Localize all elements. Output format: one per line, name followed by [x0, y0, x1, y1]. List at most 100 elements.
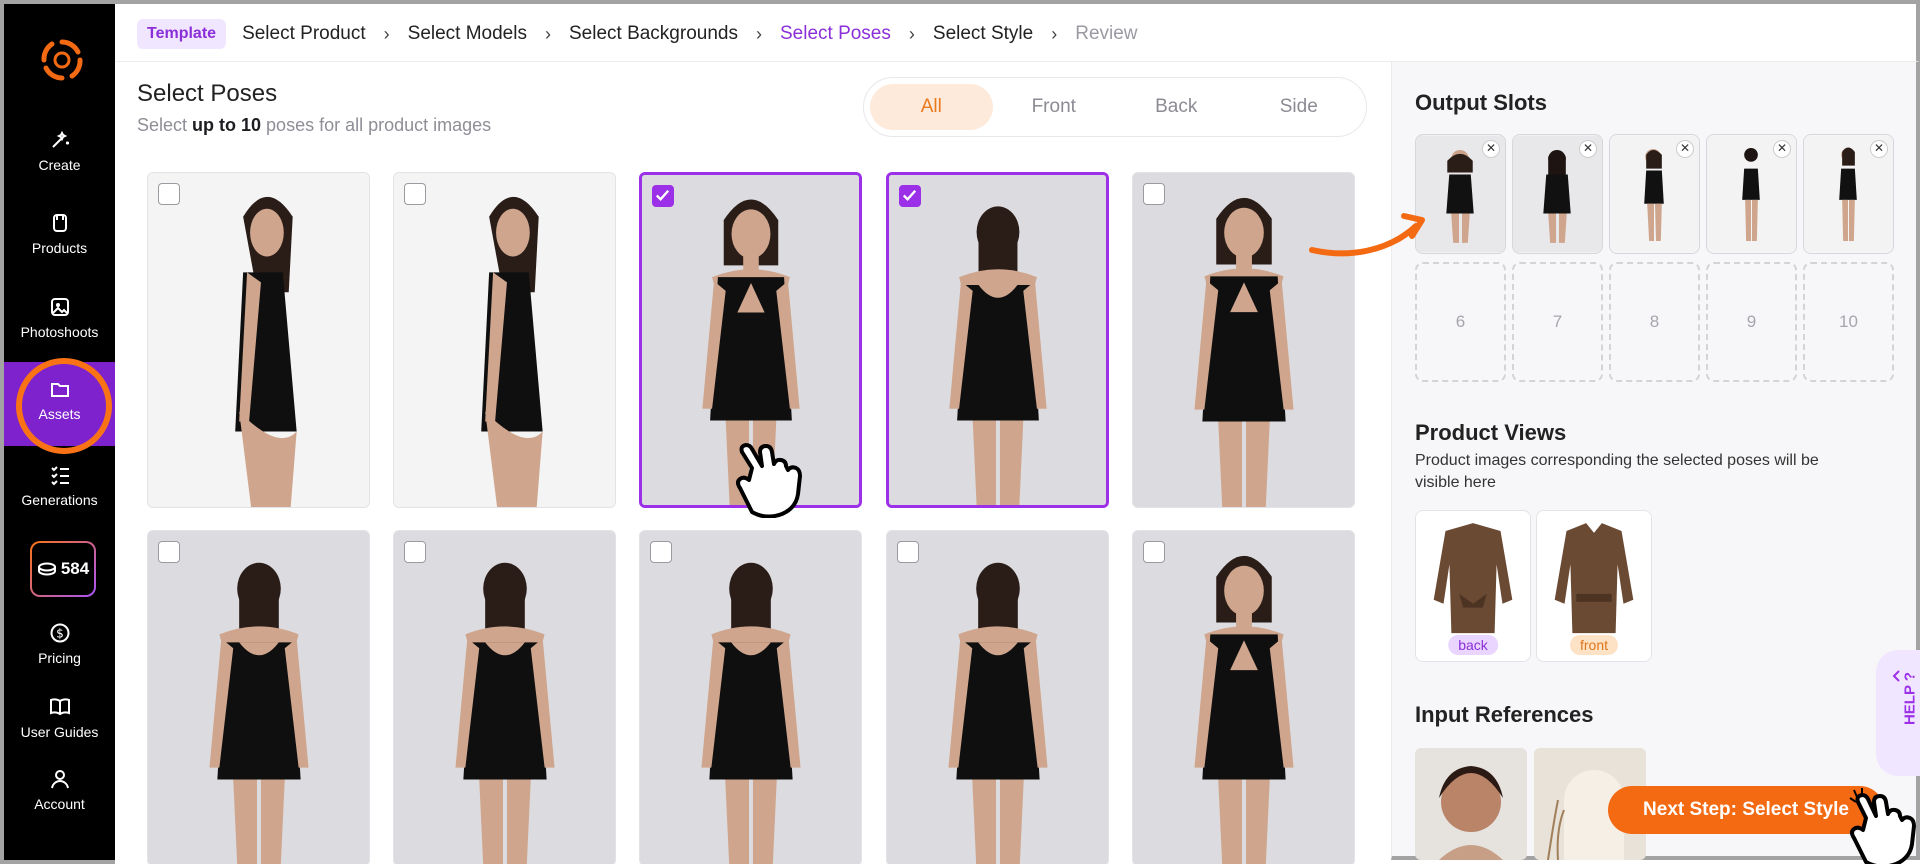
pose-checkbox[interactable] — [899, 185, 921, 207]
pose-card[interactable] — [639, 530, 862, 864]
help-tab[interactable]: HELP ? — [1876, 650, 1920, 776]
product-views-description: Product images corresponding the selecte… — [1415, 452, 1819, 491]
output-slots-title: Output Slots — [1415, 90, 1547, 115]
chevron-right-icon: › — [755, 23, 762, 44]
crumb-select-models[interactable]: Select Models — [408, 23, 527, 45]
help-label: HELP ? — [1901, 671, 1919, 726]
chevron-right-icon: › — [908, 23, 915, 44]
template-tag[interactable]: Template — [137, 19, 227, 49]
page-title: Select Poses — [137, 80, 278, 107]
pose-card[interactable] — [393, 530, 616, 864]
pose-checkbox[interactable] — [650, 541, 672, 563]
pose-figure — [394, 173, 615, 507]
sidebar-item-user-guides[interactable]: User Guides — [4, 696, 115, 740]
check-icon — [902, 189, 917, 202]
output-slot-filled[interactable]: ✕ — [1609, 134, 1700, 254]
crumb-select-backgrounds[interactable]: Select Backgrounds — [569, 23, 738, 45]
pose-card[interactable] — [147, 172, 370, 508]
list-icon — [50, 466, 69, 486]
output-slot-filled[interactable]: ✕ — [1803, 134, 1894, 254]
pose-card[interactable] — [147, 530, 370, 864]
product-view-back[interactable]: back — [1415, 510, 1531, 662]
crumb-select-product[interactable]: Select Product — [242, 23, 366, 45]
model-portrait — [1415, 748, 1527, 860]
top-bar: Template Select Product › Select Models … — [115, 0, 1920, 62]
credits-count: 584 — [60, 559, 90, 578]
chevron-right-icon: › — [544, 23, 551, 44]
chevron-right-icon: › — [383, 23, 390, 44]
assets-highlight-ring — [16, 358, 112, 454]
pose-card[interactable] — [886, 530, 1109, 864]
sidebar-item-photoshoots[interactable]: Photoshoots — [4, 296, 115, 340]
pose-figure — [148, 531, 369, 864]
close-icon[interactable]: ✕ — [1676, 140, 1694, 158]
pose-figure — [1133, 531, 1354, 864]
crumb-select-poses[interactable]: Select Poses — [780, 23, 891, 45]
pose-card[interactable] — [1132, 530, 1355, 864]
sidebar-item-label: Account — [34, 796, 85, 812]
pose-checkbox[interactable] — [1143, 183, 1165, 205]
pose-card[interactable] — [393, 172, 616, 508]
pose-checkbox[interactable] — [1143, 541, 1165, 563]
sidebar-item-account[interactable]: Account — [4, 768, 115, 812]
right-panel: Output Slots ✕ ✕ ✕ ✕ ✕ 6 7 8 9 10 Product Vi… — [1309, 62, 1920, 860]
product-view-front[interactable]: front — [1536, 510, 1652, 662]
output-slot-empty[interactable]: 8 — [1609, 262, 1700, 382]
view-tag: front — [1569, 635, 1619, 655]
image-icon — [50, 298, 69, 316]
svg-text:$: $ — [56, 627, 64, 641]
sidebar-item-label: User Guides — [20, 724, 99, 740]
pose-checkbox[interactable] — [158, 541, 180, 563]
output-slot-empty[interactable]: 10 — [1803, 262, 1894, 382]
pose-checkbox[interactable] — [897, 541, 919, 563]
close-icon[interactable]: ✕ — [1870, 140, 1888, 158]
close-icon[interactable]: ✕ — [1579, 140, 1597, 158]
filter-all[interactable]: All — [870, 84, 993, 130]
output-slot-empty[interactable]: 9 — [1706, 262, 1797, 382]
hand-cursor-icon — [1849, 788, 1916, 864]
user-icon — [50, 770, 69, 789]
filter-front[interactable]: Front — [993, 84, 1116, 130]
output-slot-filled[interactable]: ✕ — [1415, 134, 1506, 254]
page-subtitle: Select up to 10 poses for all product im… — [137, 115, 491, 136]
pose-figure — [887, 531, 1108, 864]
reference-model-image[interactable] — [1415, 748, 1527, 860]
output-slot-empty[interactable]: 7 — [1512, 262, 1603, 382]
app-logo[interactable] — [40, 38, 84, 82]
sidebar-item-generations[interactable]: Generations — [4, 464, 115, 508]
sidebar-item-label: Create — [38, 157, 81, 173]
pose-checkbox[interactable] — [158, 183, 180, 205]
sidebar-item-create[interactable]: Create — [4, 129, 115, 173]
book-icon — [49, 698, 70, 716]
crumb-select-style[interactable]: Select Style — [933, 23, 1033, 45]
pose-checkbox[interactable] — [652, 185, 674, 207]
pose-card[interactable] — [886, 172, 1109, 508]
subtitle-text: poses for all product images — [261, 115, 492, 135]
sidebar-item-label: Products — [31, 240, 88, 256]
close-icon[interactable]: ✕ — [1482, 140, 1500, 158]
output-slot-filled[interactable]: ✕ — [1706, 134, 1797, 254]
sidebar-item-products[interactable]: Products — [4, 212, 115, 256]
pose-figure — [889, 175, 1106, 505]
sidebar-item-pricing[interactable]: $ Pricing — [4, 622, 115, 666]
check-icon — [655, 189, 670, 202]
filter-back[interactable]: Back — [1115, 84, 1238, 130]
dollar-icon: $ — [50, 623, 69, 643]
hand-cursor-icon — [736, 443, 802, 518]
pose-checkbox[interactable] — [404, 183, 426, 205]
pose-figure — [394, 531, 615, 864]
credits-badge[interactable]: 584 — [30, 541, 96, 597]
pose-checkbox[interactable] — [404, 541, 426, 563]
breadcrumb: Template Select Product › Select Models … — [137, 19, 1156, 49]
sidebar-item-label: Generations — [21, 492, 98, 508]
next-step-button[interactable]: Next Step: Select Style — [1608, 786, 1884, 834]
output-slot-empty[interactable]: 6 — [1415, 262, 1506, 382]
chevron-right-icon: › — [1051, 23, 1058, 44]
input-references-title: Input References — [1415, 702, 1594, 727]
pose-figure — [148, 173, 369, 507]
crumb-review[interactable]: Review — [1075, 23, 1137, 45]
filter-side[interactable]: Side — [1238, 84, 1361, 130]
pose-figure — [640, 531, 861, 864]
output-slot-filled[interactable]: ✕ — [1512, 134, 1603, 254]
close-icon[interactable]: ✕ — [1773, 140, 1791, 158]
